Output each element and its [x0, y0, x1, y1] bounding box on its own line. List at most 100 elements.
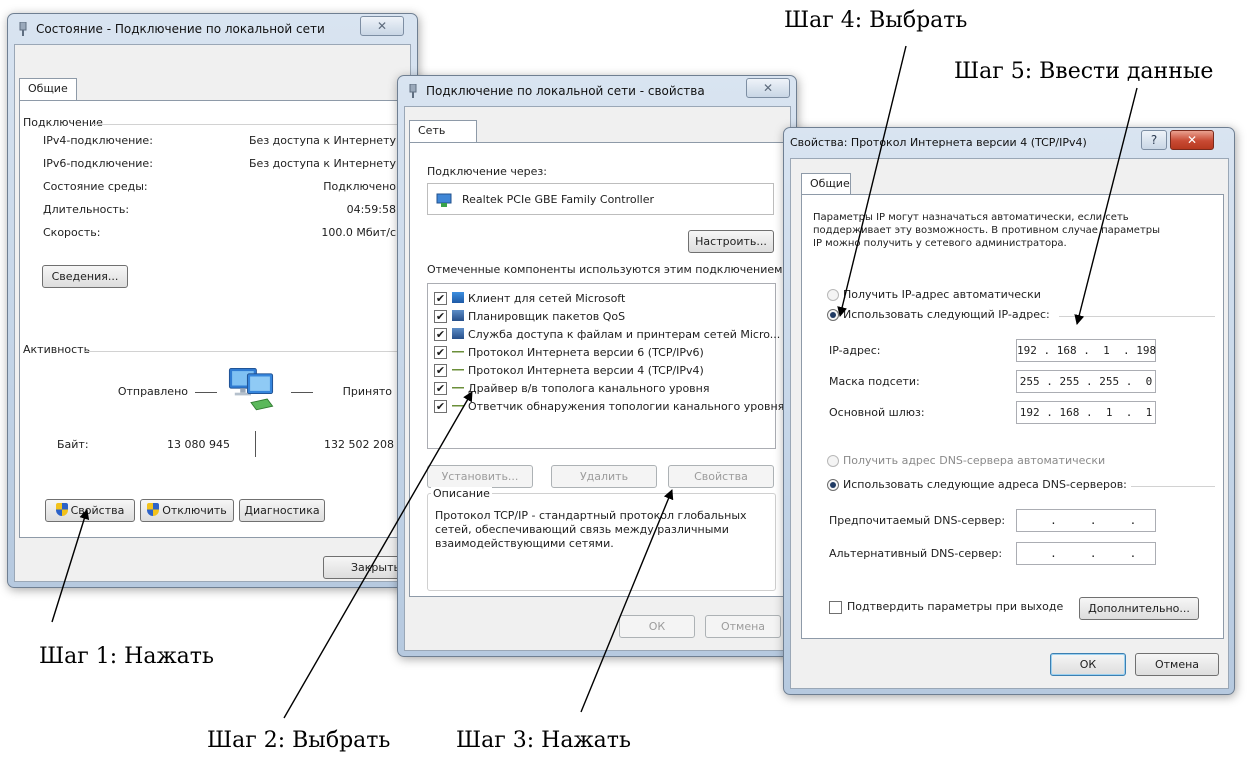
- received-line: [291, 392, 313, 393]
- description-line-1: Протокол TCP/IP - стандартный протокол г…: [435, 509, 747, 522]
- properties-window-title: Подключение по локальной сети - свойства: [426, 84, 705, 98]
- activity-group-divider: [85, 351, 398, 352]
- component-row: Планировщик пакетов QoS: [452, 310, 625, 323]
- component-item[interactable]: ✔ Драйвер в/в тополога канального уровня: [428, 380, 775, 398]
- components-label: Отмеченные компоненты используются этим …: [427, 263, 787, 276]
- description-line-3: взаимодействующими сетями.: [435, 537, 614, 550]
- component-checkbox[interactable]: ✔: [434, 328, 447, 341]
- component-row: Драйвер в/в тополога канального уровня: [452, 382, 709, 395]
- description-line-2: сетей, обеспечивающий связь между различ…: [435, 523, 729, 536]
- component-item[interactable]: ✔ Служба доступа к файлам и принтерам се…: [428, 326, 780, 344]
- status-window-title: Состояние - Подключение по локальной сет…: [36, 22, 325, 36]
- intro-line-3: IP можно получить у сетевого администрат…: [813, 238, 1067, 249]
- details-button[interactable]: Сведения...: [42, 265, 128, 288]
- tab-general[interactable]: Общие: [801, 173, 851, 195]
- close-icon[interactable]: ✕: [360, 16, 404, 36]
- manual-ip-label: Использовать следующий IP-адрес:: [843, 308, 1050, 321]
- ip-address-field[interactable]: 192 . 168 . 1 . 198: [1016, 339, 1156, 362]
- status-close-button[interactable]: Закрыть: [323, 556, 403, 579]
- activity-group-label: Активность: [23, 343, 91, 356]
- component-label: Драйвер в/в тополога канального уровня: [468, 382, 710, 395]
- properties-ok-button[interactable]: ОК: [619, 615, 695, 638]
- ipv4-cancel-button[interactable]: Отмена: [1135, 653, 1219, 676]
- component-label: Клиент для сетей Microsoft: [468, 292, 626, 305]
- bytes-sent-value: 13 080 945: [167, 438, 230, 451]
- status-properties-button[interactable]: Свойства: [45, 499, 135, 522]
- component-label: Ответчик обнаружения топологии канальног…: [468, 400, 785, 413]
- auto-dns-radio[interactable]: [827, 455, 839, 467]
- component-checkbox[interactable]: ✔: [434, 364, 447, 377]
- component-label: Протокол Интернета версии 4 (TCP/IPv4): [468, 364, 704, 377]
- tab-network[interactable]: Сеть: [409, 120, 477, 143]
- step3-annotation: Шаг 3: Нажать: [456, 728, 631, 753]
- configure-button[interactable]: Настроить...: [688, 230, 774, 253]
- ipv4-ok-button[interactable]: ОК: [1050, 653, 1126, 676]
- subnet-mask-field[interactable]: 255 . 255 . 255 . 0: [1016, 370, 1156, 393]
- component-properties-button[interactable]: Свойства: [668, 465, 774, 488]
- ipv4-titlebar[interactable]: Свойства: Протокол Интернета версии 4 (T…: [784, 128, 1234, 158]
- status-titlebar[interactable]: Состояние - Подключение по локальной сет…: [8, 14, 417, 44]
- advanced-button[interactable]: Дополнительно...: [1079, 597, 1199, 620]
- protocol-icon: [452, 382, 464, 393]
- component-row: Ответчик обнаружения топологии канальног…: [452, 400, 784, 413]
- manual-ip-radio[interactable]: [827, 309, 839, 321]
- gateway-field[interactable]: 192 . 168 . 1 . 1: [1016, 401, 1156, 424]
- adapter-field: Realtek PCIe GBE Family Controller: [427, 183, 774, 215]
- bytes-received-value: 132 502 208: [324, 438, 394, 451]
- ipv4-client-area: Общие Параметры IP могут назначаться авт…: [790, 158, 1229, 689]
- component-checkbox[interactable]: ✔: [434, 292, 447, 305]
- component-checkbox[interactable]: ✔: [434, 400, 447, 413]
- diagnostics-button[interactable]: Диагностика: [239, 499, 325, 522]
- protocol-icon: [452, 346, 464, 357]
- auto-ip-radio[interactable]: [827, 289, 839, 301]
- preferred-dns-field[interactable]: . . .: [1016, 509, 1156, 532]
- disable-button[interactable]: Отключить: [140, 499, 234, 522]
- close-icon[interactable]: ✕: [746, 78, 790, 98]
- properties-titlebar[interactable]: Подключение по локальной сети - свойства…: [398, 76, 796, 106]
- manual-dns-radio[interactable]: [827, 479, 839, 491]
- component-item[interactable]: ✔ Протокол Интернета версии 4 (TCP/IPv4): [428, 362, 775, 380]
- component-checkbox[interactable]: ✔: [434, 310, 447, 323]
- ip-group-divider: [1059, 316, 1215, 317]
- component-row: Служба доступа к файлам и принтерам сете…: [452, 328, 780, 341]
- disable-label: Отключить: [162, 504, 227, 517]
- help-icon[interactable]: ?: [1141, 130, 1167, 150]
- component-row: Клиент для сетей Microsoft: [452, 292, 625, 305]
- tab-general[interactable]: Общие: [19, 78, 77, 101]
- step4-annotation: Шаг 4: Выбрать: [784, 8, 968, 33]
- validate-checkbox[interactable]: [829, 601, 842, 614]
- component-item[interactable]: ✔ Клиент для сетей Microsoft: [428, 290, 775, 308]
- intro-line-2: поддерживает эту возможность. В противно…: [813, 225, 1161, 236]
- component-item[interactable]: ✔ Протокол Интернета версии 6 (TCP/IPv6): [428, 344, 775, 362]
- components-list[interactable]: ✔ Клиент для сетей Microsoft ✔ Планировщ…: [427, 283, 784, 449]
- component-row: Протокол Интернета версии 4 (TCP/IPv4): [452, 364, 704, 377]
- status-window: Состояние - Подключение по локальной сет…: [7, 13, 418, 588]
- ipv4-connection-value: Без доступа к Интернету: [249, 134, 396, 147]
- adapter-icon: [436, 193, 452, 207]
- component-item[interactable]: ✔ Ответчик обнаружения топологии канальн…: [428, 398, 784, 416]
- uninstall-button[interactable]: Удалить: [551, 465, 657, 488]
- ipv6-connection-label: IPv6-подключение:: [43, 157, 153, 170]
- close-icon[interactable]: ✕: [1170, 130, 1214, 150]
- network-computers-icon: [228, 367, 274, 411]
- properties-client-area: Сеть Подключение через: Realtek PCIe GBE…: [404, 106, 791, 651]
- properties-cancel-button[interactable]: Отмена: [705, 615, 781, 638]
- step5-annotation: Шаг 5: Ввести данные: [954, 59, 1214, 84]
- connect-using-label: Подключение через:: [427, 165, 547, 178]
- component-checkbox[interactable]: ✔: [434, 382, 447, 395]
- install-button[interactable]: Установить...: [427, 465, 533, 488]
- network-client-icon: [452, 292, 464, 303]
- received-label: Принято: [342, 385, 392, 398]
- intro-line-1: Параметры IP могут назначаться автоматич…: [813, 212, 1129, 223]
- status-properties-label: Свойства: [70, 504, 125, 517]
- ipv6-connection-value: Без доступа к Интернету: [249, 157, 396, 170]
- media-state-value: Подключено: [323, 180, 396, 193]
- status-client-area: Общие Подключение IPv4-подключение: Без …: [14, 44, 411, 582]
- component-checkbox[interactable]: ✔: [434, 346, 447, 359]
- network-adapter-icon: [409, 84, 417, 98]
- component-item[interactable]: ✔ Планировщик пакетов QoS: [428, 308, 775, 326]
- alternate-dns-field[interactable]: . . .: [1016, 542, 1156, 565]
- connection-group-divider: [91, 124, 398, 125]
- service-icon: [452, 328, 464, 339]
- service-icon: [452, 310, 464, 321]
